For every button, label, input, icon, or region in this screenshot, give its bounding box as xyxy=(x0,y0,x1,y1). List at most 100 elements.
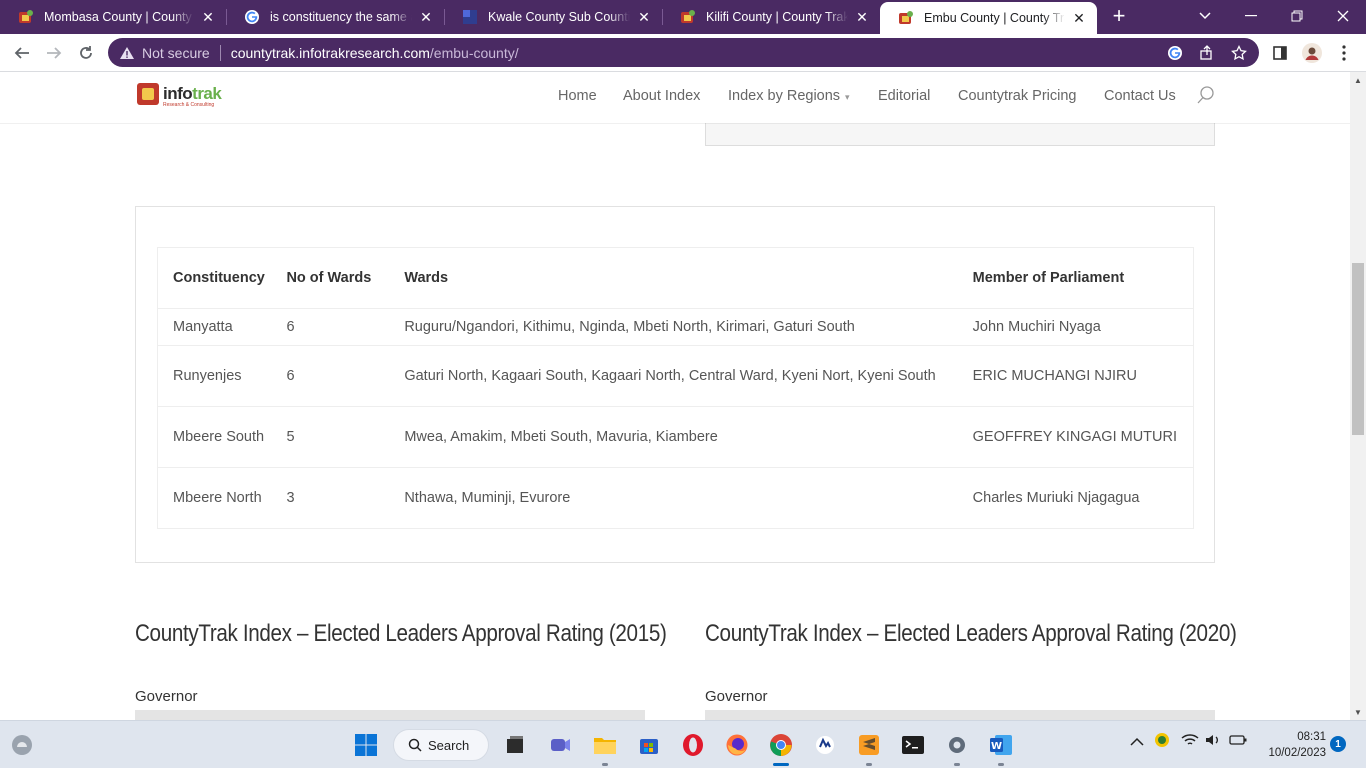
nav-index-by-regions-label: Index by Regions xyxy=(728,88,841,104)
wifi-icon[interactable] xyxy=(1181,733,1199,750)
address-bar[interactable]: Not secure countytrak.infotrakresearch.c… xyxy=(108,38,1259,67)
tab-search-chevron-icon[interactable] xyxy=(1182,0,1228,32)
taskbar-clock[interactable]: 08:31 10/02/2023 xyxy=(1262,729,1326,761)
terminal-icon[interactable] xyxy=(899,731,927,759)
tab-title: is constituency the same as sub-county xyxy=(270,10,412,24)
task-view-icon[interactable] xyxy=(501,731,529,759)
table-row: Mbeere North 3 Nthawa, Muminji, Evurore … xyxy=(157,467,1194,529)
browser-tab[interactable]: Kwale County Sub Counties Ward ✕ xyxy=(444,0,662,34)
active-indicator xyxy=(773,763,789,766)
scrollbar-thumb[interactable] xyxy=(1352,263,1364,435)
nav-home[interactable]: Home xyxy=(558,88,597,104)
new-tab-plus-icon[interactable]: + xyxy=(1108,5,1130,27)
restore-icon[interactable] xyxy=(1274,0,1320,32)
warning-triangle-icon[interactable] xyxy=(118,44,136,62)
tab-title: Kilifi County | County Trak Kenya xyxy=(706,10,848,24)
weather-widget-icon[interactable] xyxy=(8,731,36,759)
chevron-down-icon: ▾ xyxy=(845,92,850,102)
tray-app-icon[interactable] xyxy=(1154,732,1170,751)
profile-avatar[interactable] xyxy=(1300,41,1324,65)
battery-icon[interactable] xyxy=(1228,733,1248,750)
logo-tagline: Research & Consulting xyxy=(163,102,215,108)
close-tab-icon[interactable]: ✕ xyxy=(854,9,870,25)
tab-title: Kwale County Sub Counties Ward xyxy=(488,10,630,24)
cell-mp: John Muchiri Nyaga xyxy=(972,308,1194,346)
infotrak-logo[interactable]: infotrak Research & Consulting xyxy=(137,83,222,108)
file-explorer-icon[interactable] xyxy=(591,731,619,759)
security-status-label[interactable]: Not secure xyxy=(142,45,210,61)
sublime-text-icon[interactable] xyxy=(855,731,883,759)
cell-constituency: Mbeere North xyxy=(157,467,287,529)
table-row: Mbeere South 5 Mwea, Amakim, Mbeti South… xyxy=(157,406,1194,468)
cell-mp: ERIC MUCHANGI NJIRU xyxy=(972,345,1194,407)
table-header-row: Constituency No of Wards Wards Member of… xyxy=(157,247,1194,309)
constituency-table-card: Constituency No of Wards Wards Member of… xyxy=(135,206,1215,563)
logo-trak-text: trak xyxy=(192,84,222,103)
firefox-browser-icon[interactable] xyxy=(723,731,751,759)
cell-wards: Nthawa, Muminji, Evurore xyxy=(404,467,973,529)
constituency-table: Constituency No of Wards Wards Member of… xyxy=(157,247,1194,529)
taskbar-search-box[interactable]: Search xyxy=(393,729,489,761)
cell-wards-count: 5 xyxy=(286,406,405,468)
nav-editorial[interactable]: Editorial xyxy=(878,88,930,104)
bookmark-star-icon[interactable] xyxy=(1227,41,1251,65)
browser-tab-active[interactable]: Embu County | County Trak Kenya ✕ xyxy=(880,2,1097,34)
clock-time: 08:31 xyxy=(1297,731,1326,743)
site-header: infotrak Research & Consulting Home Abou… xyxy=(0,72,1350,123)
kebab-menu-icon[interactable] xyxy=(1332,41,1356,65)
microsoft-word-icon[interactable]: W xyxy=(987,731,1015,759)
url-text[interactable]: countytrak.infotrakresearch.com/embu-cou… xyxy=(231,45,519,61)
clock-date: 10/02/2023 xyxy=(1268,747,1326,759)
app-icon[interactable] xyxy=(811,731,839,759)
running-indicator xyxy=(866,763,872,766)
notification-badge[interactable]: 1 xyxy=(1330,736,1346,752)
chrome-browser-icon[interactable] xyxy=(767,731,795,759)
microsoft-store-icon[interactable] xyxy=(635,731,663,759)
side-panel-icon[interactable] xyxy=(1268,41,1292,65)
close-tab-icon[interactable]: ✕ xyxy=(418,9,434,25)
volume-icon[interactable] xyxy=(1205,733,1221,750)
close-window-icon[interactable] xyxy=(1320,0,1366,32)
show-hidden-icons-chevron-icon[interactable] xyxy=(1130,735,1144,750)
scroll-up-arrow-icon[interactable]: ▲ xyxy=(1350,72,1366,88)
minimize-icon[interactable] xyxy=(1228,0,1274,32)
cell-wards: Mwea, Amakim, Mbeti South, Mavuria, Kiam… xyxy=(404,406,973,468)
nav-contact-us[interactable]: Contact Us xyxy=(1104,88,1176,104)
search-icon[interactable] xyxy=(1196,85,1216,105)
close-tab-icon[interactable]: ✕ xyxy=(1071,10,1087,26)
forward-arrow-icon[interactable] xyxy=(42,41,66,65)
governor-rating-bar-2015 xyxy=(135,710,645,720)
browser-tab[interactable]: is constituency the same as sub-county ✕ xyxy=(226,0,444,34)
nav-countytrak-pricing[interactable]: Countytrak Pricing xyxy=(958,88,1076,104)
browser-tab[interactable]: Kilifi County | County Trak Kenya ✕ xyxy=(662,0,880,34)
browser-tab[interactable]: Mombasa County | County Trak Kenya ✕ xyxy=(0,0,226,34)
opera-browser-icon[interactable] xyxy=(679,731,707,759)
governor-rating-bar-2020 xyxy=(705,710,1215,720)
search-icon xyxy=(408,738,422,752)
approval-rating-2020-heading: CountyTrak Index – Elected Leaders Appro… xyxy=(705,620,1237,647)
browser-toolbar: Not secure countytrak.infotrakresearch.c… xyxy=(0,34,1366,72)
reload-icon[interactable] xyxy=(74,41,98,65)
cell-wards-count: 6 xyxy=(286,345,405,407)
nav-about-index[interactable]: About Index xyxy=(623,88,700,104)
tab-title: Mombasa County | County Trak Kenya xyxy=(44,10,194,24)
cell-constituency: Manyatta xyxy=(157,308,287,346)
close-tab-icon[interactable]: ✕ xyxy=(636,9,652,25)
windows-start-icon[interactable] xyxy=(352,731,380,759)
scroll-down-arrow-icon[interactable]: ▼ xyxy=(1350,704,1366,720)
svg-text:W: W xyxy=(991,741,1002,752)
nav-index-by-regions[interactable]: Index by Regions ▾ xyxy=(728,88,850,104)
header-no-of-wards: No of Wards xyxy=(286,247,405,309)
cell-constituency: Mbeere South xyxy=(157,406,287,468)
back-arrow-icon[interactable] xyxy=(10,41,34,65)
omnibox-divider xyxy=(219,44,221,61)
close-tab-icon[interactable]: ✕ xyxy=(200,9,216,25)
google-lens-icon[interactable] xyxy=(1163,41,1187,65)
infotrak-favicon-icon xyxy=(680,9,696,25)
share-icon[interactable] xyxy=(1195,41,1219,65)
running-indicator xyxy=(954,763,960,766)
teams-chat-icon[interactable] xyxy=(546,731,574,759)
settings-gear-icon[interactable] xyxy=(943,731,971,759)
governor-label-2015: Governor xyxy=(135,688,198,705)
running-indicator xyxy=(602,763,608,766)
